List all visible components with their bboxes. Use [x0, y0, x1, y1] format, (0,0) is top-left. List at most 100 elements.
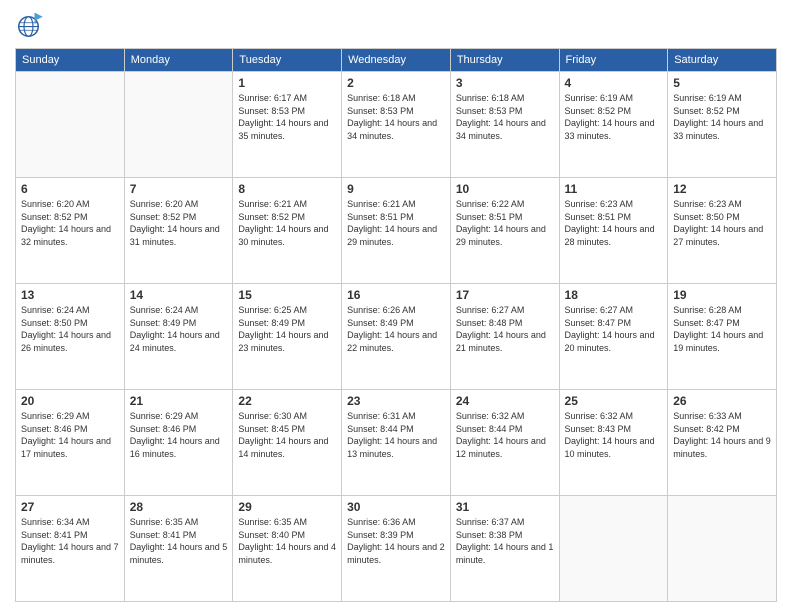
calendar-cell: 29 Sunrise: 6:35 AMSunset: 8:40 PMDayligh… [233, 496, 342, 602]
calendar-week-5: 27 Sunrise: 6:34 AMSunset: 8:41 PMDayligh… [16, 496, 777, 602]
day-number: 27 [21, 500, 119, 514]
calendar-cell: 25 Sunrise: 6:32 AMSunset: 8:43 PMDayligh… [559, 390, 668, 496]
calendar-cell: 31 Sunrise: 6:37 AMSunset: 8:38 PMDayligh… [450, 496, 559, 602]
calendar-cell: 12 Sunrise: 6:23 AMSunset: 8:50 PMDayligh… [668, 178, 777, 284]
day-number: 10 [456, 182, 554, 196]
day-number: 7 [130, 182, 228, 196]
weekday-header-sunday: Sunday [16, 49, 125, 72]
weekday-header-wednesday: Wednesday [342, 49, 451, 72]
day-info: Sunrise: 6:36 AMSunset: 8:39 PMDaylight:… [347, 516, 445, 566]
day-info: Sunrise: 6:35 AMSunset: 8:40 PMDaylight:… [238, 516, 336, 566]
day-number: 26 [673, 394, 771, 408]
calendar-cell: 9 Sunrise: 6:21 AMSunset: 8:51 PMDaylight… [342, 178, 451, 284]
day-info: Sunrise: 6:24 AMSunset: 8:49 PMDaylight:… [130, 304, 228, 354]
day-info: Sunrise: 6:25 AMSunset: 8:49 PMDaylight:… [238, 304, 336, 354]
day-number: 2 [347, 76, 445, 90]
calendar-week-4: 20 Sunrise: 6:29 AMSunset: 8:46 PMDayligh… [16, 390, 777, 496]
day-number: 31 [456, 500, 554, 514]
calendar-cell: 3 Sunrise: 6:18 AMSunset: 8:53 PMDaylight… [450, 72, 559, 178]
day-info: Sunrise: 6:31 AMSunset: 8:44 PMDaylight:… [347, 410, 445, 460]
calendar-cell [668, 496, 777, 602]
calendar-week-2: 6Sunrise: 6:20 AMSunset: 8:52 PMDaylight… [16, 178, 777, 284]
day-number: 17 [456, 288, 554, 302]
calendar-cell: 19 Sunrise: 6:28 AMSunset: 8:47 PMDayligh… [668, 284, 777, 390]
day-number: 16 [347, 288, 445, 302]
weekday-header-saturday: Saturday [668, 49, 777, 72]
calendar-cell: 7 Sunrise: 6:20 AMSunset: 8:52 PMDaylight… [124, 178, 233, 284]
weekday-header-monday: Monday [124, 49, 233, 72]
page: SundayMondayTuesdayWednesdayThursdayFrid… [0, 0, 792, 612]
day-number: 4 [565, 76, 663, 90]
day-info: Sunrise: 6:20 AMSunset: 8:52 PMDaylight:… [21, 198, 119, 248]
day-info: Sunrise: 6:27 AMSunset: 8:48 PMDaylight:… [456, 304, 554, 354]
day-number: 15 [238, 288, 336, 302]
calendar-cell: 17 Sunrise: 6:27 AMSunset: 8:48 PMDayligh… [450, 284, 559, 390]
weekday-header-thursday: Thursday [450, 49, 559, 72]
logo [15, 10, 49, 40]
day-info: Sunrise: 6:29 AMSunset: 8:46 PMDaylight:… [130, 410, 228, 460]
day-number: 11 [565, 182, 663, 196]
day-number: 28 [130, 500, 228, 514]
day-info: Sunrise: 6:34 AMSunset: 8:41 PMDaylight:… [21, 516, 119, 566]
day-number: 25 [565, 394, 663, 408]
calendar-cell: 30 Sunrise: 6:36 AMSunset: 8:39 PMDayligh… [342, 496, 451, 602]
day-number: 3 [456, 76, 554, 90]
day-info: Sunrise: 6:30 AMSunset: 8:45 PMDaylight:… [238, 410, 336, 460]
day-info: Sunrise: 6:26 AMSunset: 8:49 PMDaylight:… [347, 304, 445, 354]
day-info: Sunrise: 6:23 AMSunset: 8:51 PMDaylight:… [565, 198, 663, 248]
day-info: Sunrise: 6:35 AMSunset: 8:41 PMDaylight:… [130, 516, 228, 566]
day-number: 20 [21, 394, 119, 408]
header [15, 10, 777, 40]
calendar-cell: 27 Sunrise: 6:34 AMSunset: 8:41 PMDayligh… [16, 496, 125, 602]
calendar-cell: 16 Sunrise: 6:26 AMSunset: 8:49 PMDayligh… [342, 284, 451, 390]
day-number: 24 [456, 394, 554, 408]
day-info: Sunrise: 6:20 AMSunset: 8:52 PMDaylight:… [130, 198, 228, 248]
calendar-cell: 21 Sunrise: 6:29 AMSunset: 8:46 PMDayligh… [124, 390, 233, 496]
day-number: 30 [347, 500, 445, 514]
day-info: Sunrise: 6:19 AMSunset: 8:52 PMDaylight:… [673, 92, 771, 142]
calendar-cell: 6Sunrise: 6:20 AMSunset: 8:52 PMDaylight… [16, 178, 125, 284]
day-info: Sunrise: 6:22 AMSunset: 8:51 PMDaylight:… [456, 198, 554, 248]
day-number: 12 [673, 182, 771, 196]
calendar-cell: 4 Sunrise: 6:19 AMSunset: 8:52 PMDaylight… [559, 72, 668, 178]
day-info: Sunrise: 6:32 AMSunset: 8:43 PMDaylight:… [565, 410, 663, 460]
day-info: Sunrise: 6:19 AMSunset: 8:52 PMDaylight:… [565, 92, 663, 142]
day-info: Sunrise: 6:21 AMSunset: 8:51 PMDaylight:… [347, 198, 445, 248]
calendar-cell: 26Sunrise: 6:33 AMSunset: 8:42 PMDayligh… [668, 390, 777, 496]
day-info: Sunrise: 6:23 AMSunset: 8:50 PMDaylight:… [673, 198, 771, 248]
calendar-cell: 28 Sunrise: 6:35 AMSunset: 8:41 PMDayligh… [124, 496, 233, 602]
day-info: Sunrise: 6:28 AMSunset: 8:47 PMDaylight:… [673, 304, 771, 354]
day-number: 9 [347, 182, 445, 196]
day-info: Sunrise: 6:27 AMSunset: 8:47 PMDaylight:… [565, 304, 663, 354]
calendar-table: SundayMondayTuesdayWednesdayThursdayFrid… [15, 48, 777, 602]
logo-icon [15, 10, 45, 40]
calendar-cell: 24Sunrise: 6:32 AMSunset: 8:44 PMDayligh… [450, 390, 559, 496]
calendar-cell [124, 72, 233, 178]
day-number: 1 [238, 76, 336, 90]
calendar-cell: 18Sunrise: 6:27 AMSunset: 8:47 PMDayligh… [559, 284, 668, 390]
day-number: 23 [347, 394, 445, 408]
day-info: Sunrise: 6:18 AMSunset: 8:53 PMDaylight:… [456, 92, 554, 142]
calendar-cell: 20 Sunrise: 6:29 AMSunset: 8:46 PMDayligh… [16, 390, 125, 496]
weekday-header-tuesday: Tuesday [233, 49, 342, 72]
day-number: 29 [238, 500, 336, 514]
day-number: 21 [130, 394, 228, 408]
day-info: Sunrise: 6:29 AMSunset: 8:46 PMDaylight:… [21, 410, 119, 460]
day-info: Sunrise: 6:37 AMSunset: 8:38 PMDaylight:… [456, 516, 554, 566]
calendar-cell: 1 Sunrise: 6:17 AMSunset: 8:53 PMDaylight… [233, 72, 342, 178]
calendar-cell: 15 Sunrise: 6:25 AMSunset: 8:49 PMDayligh… [233, 284, 342, 390]
calendar-cell: 11 Sunrise: 6:23 AMSunset: 8:51 PMDayligh… [559, 178, 668, 284]
calendar-cell: 5 Sunrise: 6:19 AMSunset: 8:52 PMDaylight… [668, 72, 777, 178]
calendar-cell: 14Sunrise: 6:24 AMSunset: 8:49 PMDayligh… [124, 284, 233, 390]
calendar-cell: 13Sunrise: 6:24 AMSunset: 8:50 PMDayligh… [16, 284, 125, 390]
day-info: Sunrise: 6:17 AMSunset: 8:53 PMDaylight:… [238, 92, 336, 142]
calendar-header-row: SundayMondayTuesdayWednesdayThursdayFrid… [16, 49, 777, 72]
calendar-cell: 8Sunrise: 6:21 AMSunset: 8:52 PMDaylight… [233, 178, 342, 284]
day-number: 19 [673, 288, 771, 302]
day-info: Sunrise: 6:18 AMSunset: 8:53 PMDaylight:… [347, 92, 445, 142]
calendar-week-1: 1 Sunrise: 6:17 AMSunset: 8:53 PMDaylight… [16, 72, 777, 178]
calendar-cell: 23 Sunrise: 6:31 AMSunset: 8:44 PMDayligh… [342, 390, 451, 496]
day-number: 5 [673, 76, 771, 90]
day-info: Sunrise: 6:21 AMSunset: 8:52 PMDaylight:… [238, 198, 336, 248]
day-info: Sunrise: 6:24 AMSunset: 8:50 PMDaylight:… [21, 304, 119, 354]
